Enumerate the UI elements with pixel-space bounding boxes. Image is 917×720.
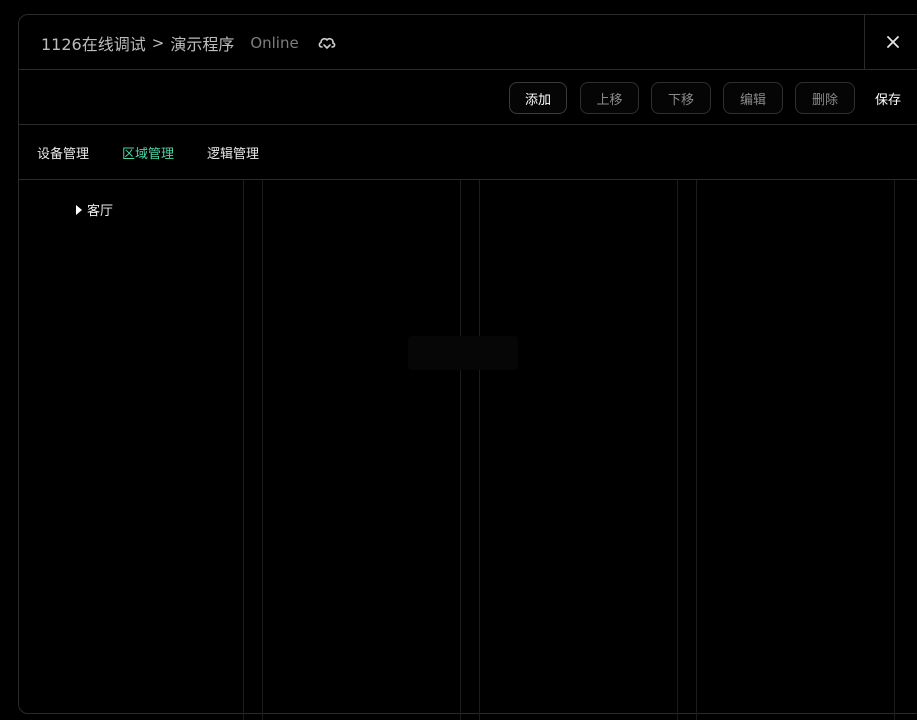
move-up-button[interactable]: 上移 [580, 82, 639, 114]
toolbar: 添加 上移 下移 编辑 删除 保存 [19, 70, 917, 125]
column-divider [243, 180, 244, 720]
tab-device-management[interactable]: 设备管理 [37, 143, 89, 162]
dialog-header: 1126在线调试 > 演示程序 Online [19, 15, 917, 70]
edit-button[interactable]: 编辑 [723, 82, 783, 114]
tab-bar: 设备管理 区域管理 逻辑管理 [19, 125, 917, 180]
status-label: Online [250, 34, 299, 52]
add-button[interactable]: 添加 [509, 82, 567, 114]
column-divider [479, 180, 480, 720]
delete-button[interactable]: 删除 [795, 82, 855, 114]
tab-logic-management[interactable]: 逻辑管理 [207, 143, 259, 162]
move-down-button[interactable]: 下移 [651, 82, 711, 114]
column-divider [894, 180, 895, 720]
dialog-panel: 1126在线调试 > 演示程序 Online 添加 上移 下移 编辑 删除 保存… [18, 14, 917, 720]
tree-item-label: 客厅 [87, 204, 114, 219]
column-divider [677, 180, 678, 720]
content-area: 客厅 [19, 180, 917, 720]
breadcrumb: 1126在线调试 > 演示程序 Online [41, 31, 337, 55]
column-divider [262, 180, 263, 720]
breadcrumb-separator: > [151, 34, 165, 52]
close-icon [887, 36, 899, 48]
close-area [864, 15, 917, 69]
column-divider [460, 180, 461, 720]
cloud-sync-icon[interactable] [317, 35, 337, 51]
column-divider [696, 180, 697, 720]
breadcrumb-program: 演示程序 [170, 35, 235, 54]
caret-right-icon [75, 204, 83, 215]
tab-area-management[interactable]: 区域管理 [122, 143, 174, 162]
close-button[interactable] [881, 30, 905, 54]
save-button[interactable]: 保存 [875, 82, 901, 114]
empty-placeholder [408, 336, 518, 370]
breadcrumb-project[interactable]: 1126在线调试 [41, 31, 146, 55]
tree-item-living-room[interactable]: 客厅 [75, 200, 113, 219]
